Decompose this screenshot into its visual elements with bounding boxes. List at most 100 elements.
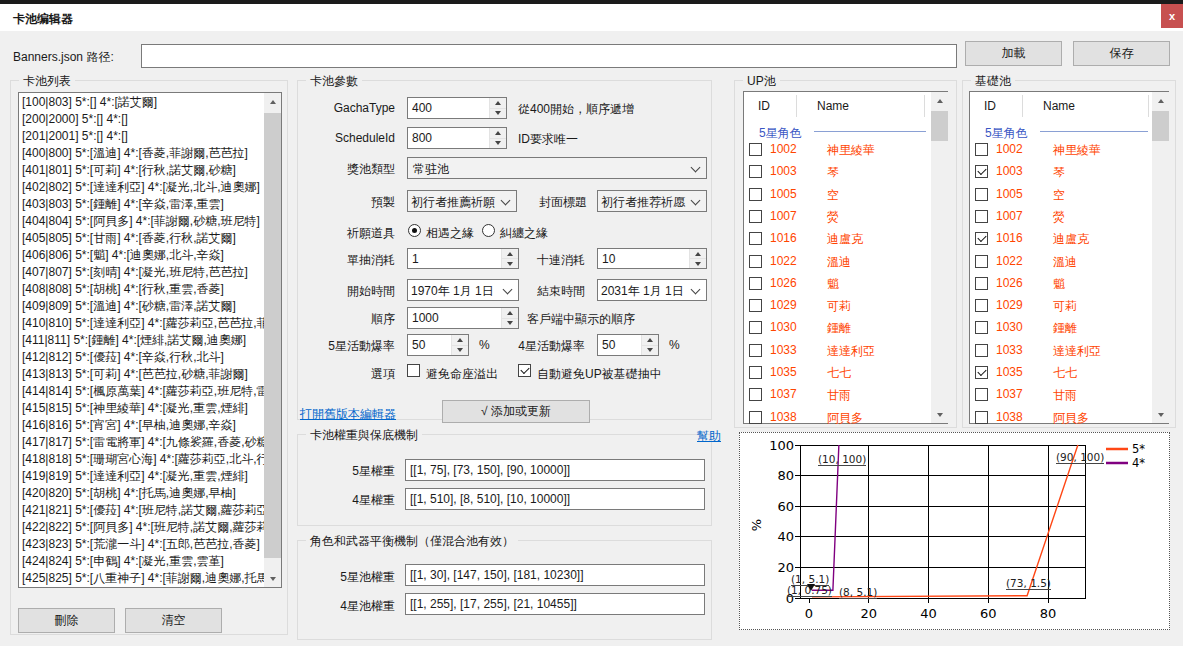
row-checkbox[interactable] bbox=[749, 210, 762, 223]
row-checkbox[interactable] bbox=[975, 143, 988, 156]
rate5-input[interactable]: 50 bbox=[407, 334, 469, 356]
list-item[interactable]: [404|804] 5*:[阿貝多] 4*:[菲謝爾,砂糖,班尼特] bbox=[19, 213, 264, 230]
scroll-thumb[interactable] bbox=[931, 111, 948, 141]
add-update-button[interactable]: √ 添加或更新 bbox=[442, 400, 590, 423]
base-pool-table[interactable]: ID Name 5星角色 1002神里綾華1003琴1005空1007熒1016… bbox=[969, 91, 1169, 424]
col-header-name[interactable]: Name bbox=[1043, 99, 1075, 113]
list-item[interactable]: [423|823] 5*:[荒瀧一斗] 4*:[五郎,芭芭拉,香菱] bbox=[19, 536, 264, 553]
row-checkbox[interactable] bbox=[975, 232, 988, 245]
list-item[interactable]: [420|820] 5*:[胡桃] 4*:[托馬,迪奧娜,早柚] bbox=[19, 485, 264, 502]
row-checkbox[interactable] bbox=[975, 366, 988, 379]
row-checkbox[interactable] bbox=[749, 321, 762, 334]
ten-cost-input[interactable]: 10 bbox=[597, 248, 707, 269]
row-checkbox[interactable] bbox=[749, 344, 762, 357]
list-item[interactable]: [415|815] 5*:[神里綾華] 4*:[凝光,重雲,煙緋] bbox=[19, 400, 264, 417]
row-checkbox[interactable] bbox=[975, 188, 988, 201]
list-item[interactable]: [403|803] 5*:[鍾離] 4*:[辛焱,雷澤,重雲] bbox=[19, 196, 264, 213]
list-item[interactable]: [418|818] 5*:[珊瑚宮心海] 4*:[蘿莎莉亞,北斗,行秋] bbox=[19, 451, 264, 468]
list-item[interactable]: [402|802] 5*:[達達利亞] 4*:[凝光,北斗,迪奧娜] bbox=[19, 179, 264, 196]
base-pool-scrollbar[interactable] bbox=[1152, 92, 1169, 423]
preset-combo[interactable]: 初行者推薦祈願 bbox=[407, 190, 517, 212]
open-old-editor-link[interactable]: 打開舊版本編輯器 bbox=[300, 406, 396, 423]
order-spinner[interactable] bbox=[501, 308, 518, 328]
pool-listbox[interactable]: [100|803] 5*:[] 4*:[諾艾爾][200|2000] 5*:[]… bbox=[18, 92, 282, 588]
scroll-thumb[interactable] bbox=[264, 113, 281, 558]
row-checkbox[interactable] bbox=[749, 188, 762, 201]
scroll-down-icon[interactable] bbox=[264, 570, 281, 587]
row-checkbox[interactable] bbox=[749, 255, 762, 268]
list-item[interactable]: [414|814] 5*:[楓原萬葉] 4*:[蘿莎莉亞,班尼特,雷澤] bbox=[19, 383, 264, 400]
list-item[interactable]: [406|806] 5*:[魈] 4*:[迪奧娜,北斗,辛焱] bbox=[19, 247, 264, 264]
avoid-up-in-base-checkbox[interactable] bbox=[518, 364, 531, 377]
path-input[interactable] bbox=[141, 44, 957, 68]
list-item[interactable]: [201|2001] 5*:[] 4*:[] bbox=[19, 128, 264, 145]
pool-type-combo[interactable]: 常驻池 bbox=[407, 157, 707, 179]
row-checkbox[interactable] bbox=[749, 388, 762, 401]
list-item[interactable]: [421|821] 5*:[優菈] 4*:[班尼特,諾艾爾,蘿莎莉亞] bbox=[19, 502, 264, 519]
end-time-picker[interactable]: 2031年 1月 1日 bbox=[597, 279, 707, 301]
w5-input[interactable]: [[1, 75], [73, 150], [90, 10000]] bbox=[405, 459, 705, 481]
list-item[interactable]: [407|807] 5*:[刻晴] 4*:[凝光,班尼特,芭芭拉] bbox=[19, 264, 264, 281]
col-header-id[interactable]: ID bbox=[758, 99, 770, 113]
save-button[interactable]: 保存 bbox=[1073, 41, 1170, 66]
close-button[interactable]: x bbox=[1161, 4, 1183, 28]
list-item[interactable]: [408|808] 5*:[胡桃] 4*:[行秋,重雲,香菱] bbox=[19, 281, 264, 298]
help-link[interactable]: 幫助 bbox=[697, 428, 721, 445]
list-item[interactable]: [425|825] 5*:[八重神子] 4*:[菲謝爾,迪奧娜,托馬] bbox=[19, 570, 264, 586]
list-item[interactable]: [411|811] 5*:[鍾離] 4*:[煙緋,諾艾爾,迪奧娜] bbox=[19, 332, 264, 349]
list-item[interactable]: [419|819] 5*:[達達利亞] 4*:[凝光,重雲,煙緋] bbox=[19, 468, 264, 485]
list-item[interactable]: [412|812] 5*:[優菈] 4*:[辛焱,行秋,北斗] bbox=[19, 349, 264, 366]
scroll-up-icon[interactable] bbox=[264, 93, 281, 110]
row-checkbox[interactable] bbox=[749, 299, 762, 312]
radio-acquaint-fate[interactable] bbox=[408, 224, 421, 237]
row-checkbox[interactable] bbox=[975, 388, 988, 401]
row-checkbox[interactable] bbox=[975, 210, 988, 223]
list-item[interactable]: [416|816] 5*:[宵宮] 4*:[早柚,迪奧娜,辛焱] bbox=[19, 417, 264, 434]
row-checkbox[interactable] bbox=[975, 321, 988, 334]
list-item[interactable]: [405|805] 5*:[甘雨] 4*:[香菱,行秋,諾艾爾] bbox=[19, 230, 264, 247]
up-pool-table[interactable]: ID Name 5星角色 1002神里綾華1003琴1005空1007熒1016… bbox=[743, 91, 948, 424]
list-item[interactable]: [413|813] 5*:[可莉] 4*:[芭芭拉,砂糖,菲謝爾] bbox=[19, 366, 264, 383]
bw4-input[interactable]: [[1, 255], [17, 255], [21, 10455]] bbox=[405, 593, 705, 615]
row-checkbox[interactable] bbox=[975, 277, 988, 290]
list-item[interactable]: [400|800] 5*:[溫迪] 4*:[香菱,菲謝爾,芭芭拉] bbox=[19, 145, 264, 162]
start-time-picker[interactable]: 1970年 1月 1日 bbox=[407, 279, 519, 301]
scroll-down-icon[interactable] bbox=[931, 406, 948, 423]
row-checkbox[interactable] bbox=[749, 411, 762, 424]
list-item[interactable]: [410|810] 5*:[達達利亞] 4*:[蘿莎莉亞,芭芭拉,菲謝爾] bbox=[19, 315, 264, 332]
bw5-input[interactable]: [[1, 30], [147, 150], [181, 10230]] bbox=[405, 564, 705, 586]
col-header-id[interactable]: ID bbox=[984, 99, 996, 113]
rate5-spinner[interactable] bbox=[451, 335, 468, 355]
single-cost-input[interactable]: 1 bbox=[407, 248, 519, 269]
list-item[interactable]: [409|809] 5*:[溫迪] 4*:[砂糖,雷澤,諾艾爾] bbox=[19, 298, 264, 315]
list-item[interactable]: [401|801] 5*:[可莉] 4*:[行秋,諾艾爾,砂糖] bbox=[19, 162, 264, 179]
row-checkbox[interactable] bbox=[975, 411, 988, 424]
order-input[interactable]: 1000 bbox=[407, 307, 519, 329]
scroll-up-icon[interactable] bbox=[1152, 92, 1169, 109]
row-checkbox[interactable] bbox=[975, 344, 988, 357]
clear-button[interactable]: 清空 bbox=[125, 608, 222, 633]
up-pool-scrollbar[interactable] bbox=[931, 92, 948, 423]
row-checkbox[interactable] bbox=[749, 366, 762, 379]
scroll-down-icon[interactable] bbox=[1152, 406, 1169, 423]
row-checkbox[interactable] bbox=[749, 143, 762, 156]
schedule-id-input[interactable]: 800 bbox=[407, 127, 507, 149]
delete-button[interactable]: 刪除 bbox=[18, 608, 115, 633]
gacha-type-input[interactable]: 400 bbox=[407, 97, 507, 119]
pool-list-scrollbar[interactable] bbox=[264, 93, 281, 587]
radio-intertwined-fate[interactable] bbox=[482, 224, 495, 237]
row-checkbox[interactable] bbox=[749, 232, 762, 245]
row-checkbox[interactable] bbox=[749, 277, 762, 290]
row-checkbox[interactable] bbox=[975, 255, 988, 268]
ten-cost-spinner[interactable] bbox=[689, 249, 706, 268]
row-checkbox[interactable] bbox=[749, 165, 762, 178]
rate4-spinner[interactable] bbox=[641, 335, 658, 355]
load-button[interactable]: 加載 bbox=[965, 41, 1062, 66]
scroll-thumb[interactable] bbox=[1152, 111, 1169, 141]
list-item[interactable]: [100|803] 5*:[] 4*:[諾艾爾] bbox=[19, 94, 264, 111]
list-item[interactable]: [424|824] 5*:[申鶴] 4*:[凝光,重雲,雲堇] bbox=[19, 553, 264, 570]
list-item[interactable]: [417|817] 5*:[雷電將軍] 4*:[九條裟羅,香菱,砂糖] bbox=[19, 434, 264, 451]
schedule-id-spinner[interactable] bbox=[489, 128, 506, 148]
w4-input[interactable]: [[1, 510], [8, 510], [10, 10000]] bbox=[405, 488, 705, 510]
row-checkbox[interactable] bbox=[975, 299, 988, 312]
